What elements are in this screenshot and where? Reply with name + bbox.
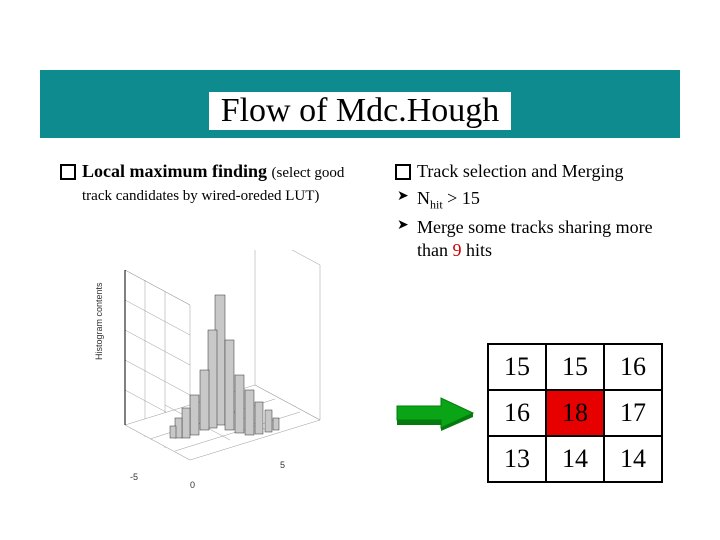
right-rule2: Merge some tracks sharing more than 9 hi… <box>395 216 680 261</box>
grid-cell: 17 <box>604 390 662 436</box>
grid-cell: 16 <box>604 344 662 390</box>
grid-cell: 14 <box>604 436 662 482</box>
left-heading: Local maximum finding (select good track… <box>60 160 345 206</box>
svg-text:5: 5 <box>280 460 285 470</box>
left-heading-bold: Local maximum finding <box>82 161 272 181</box>
svg-text:0: 0 <box>190 480 195 490</box>
right-heading: Track selection and Merging <box>395 160 680 183</box>
arrow-icon <box>395 395 475 431</box>
right-bullets: Track selection and Merging Nhit > 15 Me… <box>395 160 680 261</box>
rule1-sub: hit <box>430 197 443 211</box>
right-heading-text: Track selection and Merging <box>417 161 623 181</box>
title-overlay: Flow of Mdc.Hough <box>0 92 720 130</box>
rule1-pre: N <box>417 188 430 208</box>
grid-cell: 13 <box>488 436 546 482</box>
grid-cell: 16 <box>488 390 546 436</box>
slide-title: Flow of Mdc.Hough <box>209 92 512 130</box>
rule1-post: > 15 <box>443 188 480 208</box>
right-column: Track selection and Merging Nhit > 15 Me… <box>395 160 680 265</box>
table-row: 16 18 17 <box>488 390 662 436</box>
grid-cell-peak: 18 <box>546 390 604 436</box>
rule2-count: 9 <box>453 240 462 260</box>
plot-ylabel: Histogram contents <box>94 282 104 360</box>
plot-ylabel-text: Histogram contents <box>94 282 104 360</box>
grid-cell: 14 <box>546 436 604 482</box>
peak-grid: 15 15 16 16 18 17 13 14 14 <box>487 343 663 483</box>
table-row: 13 14 14 <box>488 436 662 482</box>
rule2-post: hits <box>462 240 493 260</box>
histogram-3d-plot: Histogram contents -5 0 5 <box>90 250 340 495</box>
grid-cell: 15 <box>546 344 604 390</box>
right-rule1: Nhit > 15 <box>395 187 680 213</box>
svg-text:-5: -5 <box>130 472 138 482</box>
grid-cell: 15 <box>488 344 546 390</box>
left-bullets: Local maximum finding (select good track… <box>60 160 345 206</box>
histogram-svg: Histogram contents -5 0 5 <box>90 250 340 495</box>
slide: Flow of Mdc.Hough Local maximum finding … <box>0 0 720 540</box>
table-row: 15 15 16 <box>488 344 662 390</box>
